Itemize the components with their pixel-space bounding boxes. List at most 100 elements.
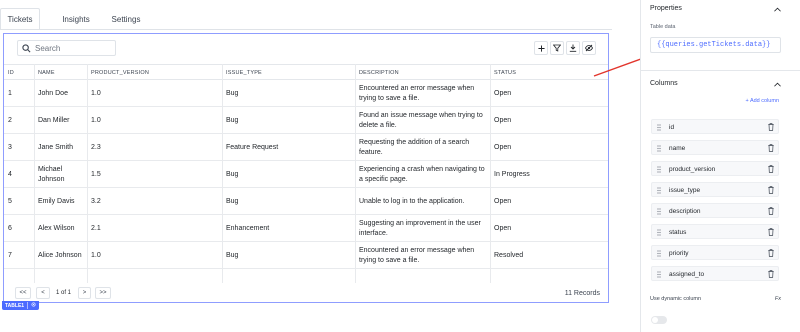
table-row[interactable]: 6 Alex Wilson 2.1 Enhancement Suggesting… xyxy=(4,216,608,242)
table-row[interactable]: 1 John Doe 1.0 Bug Encountered an error … xyxy=(4,81,608,107)
cell-name: Emily Davis xyxy=(38,198,75,205)
column-header-id[interactable]: ID xyxy=(4,65,34,80)
filter-button[interactable] xyxy=(550,41,564,55)
cell-issue-type: Bug xyxy=(226,198,239,205)
cell-product-version: 3.2 xyxy=(91,198,101,205)
cell-status: Open xyxy=(494,117,512,124)
search-placeholder: Search xyxy=(35,43,61,53)
widget-name-tag[interactable]: TABLE1 xyxy=(2,301,40,310)
section-divider xyxy=(641,70,800,71)
table-row[interactable]: 7 Alice Johnson 1.0 Bug Encountered an e… xyxy=(4,243,608,269)
cell-issue-type: Bug xyxy=(226,117,239,124)
cell-name: Alice Johnson xyxy=(38,252,82,259)
table-row[interactable]: 3 Jane Smith 2.3 Feature Request Request… xyxy=(4,135,608,161)
column-item-label: id xyxy=(669,123,675,131)
record-count: 11 Records xyxy=(564,289,600,297)
cell-id: 2 xyxy=(8,117,12,124)
cell-description: Requesting the addition of a search feat… xyxy=(359,139,470,156)
cell-description: Experiencing a crash when navigating to … xyxy=(359,166,485,183)
trash-icon[interactable] xyxy=(768,144,774,152)
tab-tickets[interactable]: Tickets xyxy=(0,8,40,30)
table-row[interactable]: 4 Michael Johnson 1.5 Bug Experiencing a… xyxy=(4,162,608,188)
cell-product-version: 2.1 xyxy=(91,225,101,232)
table-row[interactable]: 2 Dan Miller 1.0 Bug Found an issue mess… xyxy=(4,108,608,134)
column-item-id[interactable]: id xyxy=(651,119,779,134)
cell-name: Jane Smith xyxy=(38,144,74,151)
table-footer: << < 1 of 1 > >> 11 Records xyxy=(4,283,608,303)
cell-issue-type: Feature Request xyxy=(226,144,279,151)
cell-status: Open xyxy=(494,225,512,232)
cell-issue-type: Bug xyxy=(226,90,239,97)
cell-product-version: 2.3 xyxy=(91,144,101,151)
drag-handle-icon[interactable] xyxy=(657,124,661,131)
column-item-name[interactable]: name xyxy=(651,140,779,155)
drag-handle-icon[interactable] xyxy=(657,187,661,194)
cell-issue-type: Enhancement xyxy=(226,225,270,232)
drag-handle-icon[interactable] xyxy=(657,229,661,236)
drag-handle-icon[interactable] xyxy=(657,166,661,173)
download-button[interactable] xyxy=(566,41,580,55)
column-item-label: description xyxy=(669,207,701,215)
trash-icon[interactable] xyxy=(768,207,774,215)
drag-handle-icon[interactable] xyxy=(657,145,661,152)
cell-status: Open xyxy=(494,144,512,151)
trash-icon[interactable] xyxy=(768,270,774,278)
canvas: Tickets Insights Settings Search ID NAME… xyxy=(0,0,640,332)
column-header-description[interactable]: DESCRIPTION xyxy=(355,65,490,80)
widget-settings-icon[interactable] xyxy=(28,302,39,309)
search-icon xyxy=(22,43,31,52)
column-item-priority[interactable]: priority xyxy=(651,245,779,260)
column-item-issue-type[interactable]: issue_type xyxy=(651,182,779,197)
trash-icon[interactable] xyxy=(768,186,774,194)
page-indicator: 1 of 1 xyxy=(56,290,72,296)
drag-handle-icon[interactable] xyxy=(657,208,661,215)
table-data-input[interactable]: {{queries.getTickets.data}} xyxy=(650,37,781,53)
tab-bar: Tickets Insights Settings xyxy=(0,8,140,30)
dynamic-column-toggle[interactable] xyxy=(651,316,667,324)
chevron-up-icon[interactable] xyxy=(774,7,781,12)
cell-product-version: 1.0 xyxy=(91,117,101,124)
cell-description: Unable to log in to the application. xyxy=(359,198,465,205)
trash-icon[interactable] xyxy=(768,123,774,131)
column-header-name[interactable]: NAME xyxy=(34,65,87,80)
trash-icon[interactable] xyxy=(768,228,774,236)
cell-status: Resolved xyxy=(494,252,524,259)
search-input[interactable]: Search xyxy=(17,40,116,56)
filter-icon xyxy=(553,44,561,52)
trash-icon[interactable] xyxy=(768,165,774,173)
last-page-button[interactable]: >> xyxy=(95,287,111,299)
cell-description: Found an issue message when trying to de… xyxy=(359,112,483,129)
fx-toggle-button[interactable]: Fx xyxy=(775,296,781,302)
table-header: ID NAME PRODUCT_VERSION ISSUE_TYPE DESCR… xyxy=(4,64,608,80)
cell-id: 1 xyxy=(8,90,12,97)
cell-description: Encountered an error message when trying… xyxy=(359,85,475,102)
column-item-description[interactable]: description xyxy=(651,203,779,218)
drag-handle-icon[interactable] xyxy=(657,271,661,278)
cell-issue-type: Bug xyxy=(226,252,239,259)
tab-settings[interactable]: Settings xyxy=(112,8,141,30)
trash-icon[interactable] xyxy=(768,249,774,257)
column-item-label: name xyxy=(669,144,686,152)
column-item-product-version[interactable]: product_version xyxy=(651,161,779,176)
column-item-status[interactable]: status xyxy=(651,224,779,239)
table-widget[interactable]: Search ID NAME PRODUCT_VERSION ISSUE_TYP… xyxy=(3,33,609,303)
cell-id: 5 xyxy=(8,198,12,205)
column-header-product-version[interactable]: PRODUCT_VERSION xyxy=(87,65,222,80)
cell-name: Michael Johnson xyxy=(38,166,65,183)
cell-id: 3 xyxy=(8,144,12,151)
cell-name: Dan Miller xyxy=(38,117,70,124)
drag-handle-icon[interactable] xyxy=(657,250,661,257)
cell-description: Encountered an error message when trying… xyxy=(359,247,475,264)
chevron-up-icon[interactable] xyxy=(774,82,781,87)
column-header-status[interactable]: STATUS xyxy=(490,65,608,80)
first-page-button[interactable]: << xyxy=(15,287,31,299)
column-header-issue-type[interactable]: ISSUE_TYPE xyxy=(222,65,355,80)
column-item-assigned-to[interactable]: assigned_to xyxy=(651,266,779,281)
tab-insights[interactable]: Insights xyxy=(40,8,112,30)
prev-page-button[interactable]: < xyxy=(36,287,50,299)
table-row[interactable]: 5 Emily Davis 3.2 Bug Unable to log in t… xyxy=(4,189,608,215)
next-page-button[interactable]: > xyxy=(78,287,91,299)
add-row-button[interactable] xyxy=(534,41,548,55)
download-icon xyxy=(569,44,577,52)
add-column-button[interactable]: + Add column xyxy=(746,98,779,104)
